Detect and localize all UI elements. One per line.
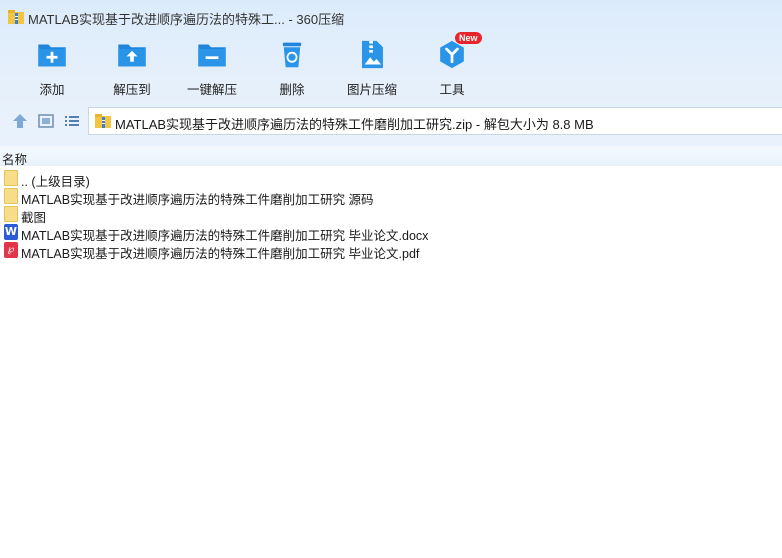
add-label: 添加 xyxy=(39,83,65,97)
one-click-extract-icon xyxy=(198,44,226,67)
pdf-icon: ℘ xyxy=(4,242,18,258)
zip-file-icon xyxy=(95,114,111,128)
list-view-icon[interactable] xyxy=(63,113,81,129)
top-bar: MATLAB实现基于改进顺序遍历法的特殊工... - 360压缩 添加 解压到 … xyxy=(0,0,782,146)
delete-button[interactable]: 删除 xyxy=(257,36,327,98)
trash-icon xyxy=(282,42,302,68)
one-click-extract-label: 一键解压 xyxy=(186,83,237,97)
thumbnail-view-icon[interactable] xyxy=(37,113,55,129)
list-item[interactable]: ℘ MATLAB实现基于改进顺序遍历法的特殊工件磨削加工研究 毕业论文.pdf xyxy=(0,241,782,261)
folder-icon xyxy=(4,170,18,186)
word-doc-icon: W xyxy=(4,224,18,240)
tools-label: 工具 xyxy=(439,83,465,97)
add-button[interactable]: 添加 xyxy=(17,36,87,98)
list-item[interactable]: MATLAB实现基于改进顺序遍历法的特殊工件磨削加工研究 源码 xyxy=(0,187,782,207)
extract-to-button[interactable]: 解压到 xyxy=(97,36,167,98)
folder-icon xyxy=(4,188,18,204)
image-compress-button[interactable]: 图片压缩 xyxy=(337,36,407,98)
app-window: MATLAB实现基于改进顺序遍历法的特殊工... - 360压缩 添加 解压到 … xyxy=(0,0,782,558)
address-path: MATLAB实现基于改进顺序遍历法的特殊工件磨削加工研究.zip - 解包大小为… xyxy=(115,117,594,132)
list-item[interactable]: 截图 xyxy=(0,205,782,225)
add-file-icon xyxy=(38,44,66,67)
extract-to-icon xyxy=(118,44,146,67)
column-header-name[interactable]: 名称 xyxy=(0,146,782,167)
file-list: 名称 .. (上级目录) MATLAB实现基于改进顺序遍历法的特殊工件磨削加工研… xyxy=(0,146,782,558)
title-bar: MATLAB实现基于改进顺序遍历法的特殊工... - 360压缩 xyxy=(0,0,782,34)
toolbar: 添加 解压到 一键解压 删除 图片压缩 工具 New xyxy=(0,32,782,98)
address-bar[interactable]: MATLAB实现基于改进顺序遍历法的特殊工件磨削加工研究.zip - 解包大小为… xyxy=(88,107,782,135)
delete-label: 删除 xyxy=(279,83,305,97)
file-name: MATLAB实现基于改进顺序遍历法的特殊工件磨削加工研究 毕业论文.pdf xyxy=(21,247,420,261)
folder-icon xyxy=(4,206,18,222)
one-click-extract-button[interactable]: 一键解压 xyxy=(177,36,247,98)
image-compress-label: 图片压缩 xyxy=(346,83,397,97)
tools-button[interactable]: 工具 xyxy=(417,36,487,98)
column-name-label: 名称 xyxy=(2,153,28,167)
archive-app-icon xyxy=(8,10,24,24)
image-compress-icon xyxy=(361,40,383,69)
list-item[interactable]: W MATLAB实现基于改进顺序遍历法的特殊工件磨削加工研究 毕业论文.docx xyxy=(0,223,782,243)
list-item[interactable]: .. (上级目录) xyxy=(0,169,782,189)
extract-to-label: 解压到 xyxy=(113,83,151,97)
window-title: MATLAB实现基于改进顺序遍历法的特殊工... - 360压缩 xyxy=(28,12,345,27)
new-badge: New xyxy=(455,32,482,44)
up-arrow-icon[interactable] xyxy=(11,113,29,129)
